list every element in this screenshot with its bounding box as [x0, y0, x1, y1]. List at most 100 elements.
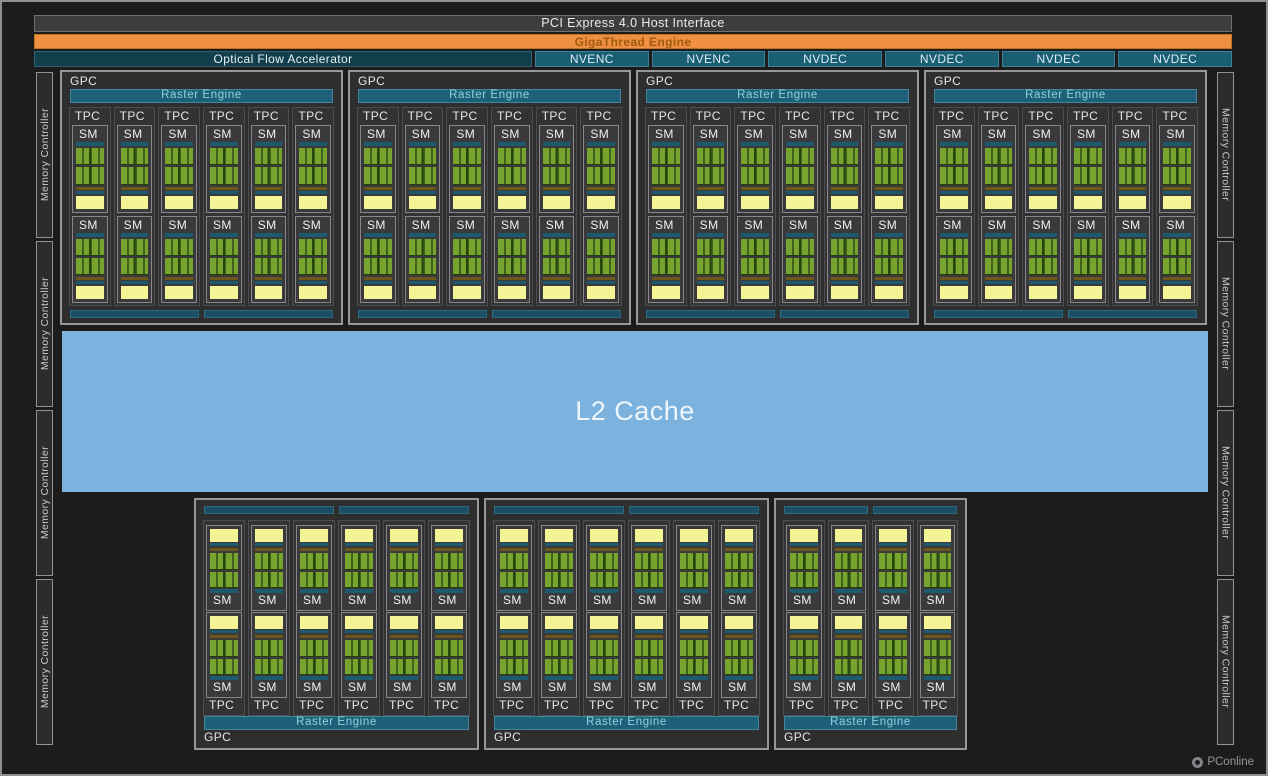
olive-strip: [741, 277, 770, 280]
tpc-row: TPC SM SM TPC SM SM TPC SM SM TPC SM SM TPC SM SM TPC SM…: [645, 107, 911, 306]
teal-strip: [1163, 190, 1192, 194]
green-grid-block: [1118, 148, 1147, 166]
teal-strip: [390, 630, 418, 633]
olive-strip: [390, 635, 418, 638]
wide-teal-bar: [780, 310, 909, 318]
yellow-block: [255, 529, 283, 542]
tpc-label: TPC: [983, 109, 1009, 123]
sm-label: SM: [213, 680, 232, 694]
yellow-block: [741, 286, 770, 299]
green-grid-block: [1163, 148, 1192, 166]
olive-strip: [652, 186, 680, 190]
teal-strip: [76, 142, 104, 146]
green-grid-block: [435, 640, 463, 657]
sm-label: SM: [878, 217, 898, 232]
sm-label: SM: [456, 127, 476, 141]
sm-label: SM: [744, 217, 764, 232]
green-grid-block: [1074, 167, 1102, 185]
olive-strip: [165, 277, 194, 280]
teal-strip: [923, 630, 951, 633]
teal-strip: [652, 281, 680, 284]
sm-label: SM: [683, 680, 702, 694]
green-grid-block: [680, 658, 708, 675]
green-grid-block: [542, 257, 571, 275]
sm-block: SM: [1159, 125, 1196, 213]
sm-block: SM: [494, 125, 530, 213]
green-grid-block: [741, 238, 770, 256]
green-grid-block: [210, 658, 238, 675]
olive-strip: [300, 635, 328, 638]
green-grid-block: [390, 553, 418, 570]
teal-strip: [254, 232, 283, 237]
tpc-block: TPC SM SM: [1067, 107, 1109, 306]
teal-strip: [725, 543, 753, 546]
teal-strip: [1118, 142, 1147, 146]
sm-label: SM: [456, 217, 476, 232]
sm-block: SM: [251, 612, 287, 698]
teal-strip: [830, 232, 859, 237]
teal-strip: [786, 281, 814, 284]
tpc-label: TPC: [541, 109, 567, 123]
green-grid-block: [498, 238, 526, 256]
tpc-block: TPC SM SM: [823, 107, 866, 306]
green-grid-block: [587, 238, 616, 256]
green-grid-block: [1163, 238, 1192, 256]
olive-strip: [834, 548, 862, 551]
yellow-block: [1163, 195, 1192, 209]
yellow-block: [435, 616, 463, 629]
green-grid-block: [390, 658, 418, 675]
teal-strip: [408, 281, 437, 284]
gpc-label: GPC: [204, 730, 232, 744]
green-grid-block: [590, 658, 618, 675]
sm-label: SM: [213, 593, 232, 607]
teal-strip: [590, 543, 618, 546]
green-grid-block: [1074, 148, 1102, 166]
sm-label: SM: [987, 127, 1007, 141]
green-grid-block: [545, 658, 573, 675]
tpc-label: TPC: [1162, 109, 1188, 123]
green-grid-block: [545, 640, 573, 657]
teal-strip: [500, 630, 528, 633]
wide-teal-bar: [1068, 310, 1197, 318]
olive-strip: [120, 277, 149, 280]
raster-engine-bar: Raster Engine: [70, 89, 333, 103]
tpc-label: TPC: [499, 698, 525, 712]
teal-strip: [1029, 142, 1058, 146]
sm-block: SM: [583, 125, 620, 213]
green-grid-block: [498, 148, 526, 166]
sm-label: SM: [548, 593, 567, 607]
teal-strip: [210, 142, 238, 146]
tpc-block: TPC SM SM: [203, 520, 245, 716]
sm-block: SM: [919, 612, 955, 698]
green-grid-block: [299, 148, 328, 166]
olive-strip: [210, 548, 238, 551]
green-grid-block: [345, 571, 373, 588]
olive-strip: [1118, 186, 1147, 190]
tpc-block: TPC SM SM: [1156, 107, 1199, 306]
green-grid-block: [834, 658, 862, 675]
sm-label: SM: [793, 680, 812, 694]
olive-strip: [875, 186, 904, 190]
teal-strip: [680, 630, 708, 633]
green-grid-block: [923, 658, 951, 675]
sm-label: SM: [257, 217, 277, 232]
wide-bar-row: [494, 506, 759, 514]
yellow-block: [542, 195, 571, 209]
olive-strip: [364, 186, 392, 190]
yellow-block: [498, 286, 526, 299]
sm-label: SM: [548, 680, 567, 694]
green-grid-block: [76, 257, 104, 275]
sm-block: SM: [538, 215, 575, 303]
green-grid-block: [300, 640, 328, 657]
wide-bar-row: [784, 506, 957, 514]
tpc-label: TPC: [589, 698, 615, 712]
teal-strip: [1163, 142, 1192, 146]
teal-strip: [1163, 232, 1192, 237]
tpc-label: TPC: [724, 698, 750, 712]
teal-strip: [408, 190, 437, 194]
gpc-block: GPC Raster Engine TPC SM SM TPC SM SM TPC SM SM TPC…: [194, 498, 479, 750]
tpc-label: TPC: [75, 109, 101, 123]
video-engine-row: Optical Flow Accelerator NVENC NVENC NVDEC…: [34, 51, 1233, 67]
yellow-block: [652, 286, 680, 299]
teal-strip: [545, 630, 573, 633]
